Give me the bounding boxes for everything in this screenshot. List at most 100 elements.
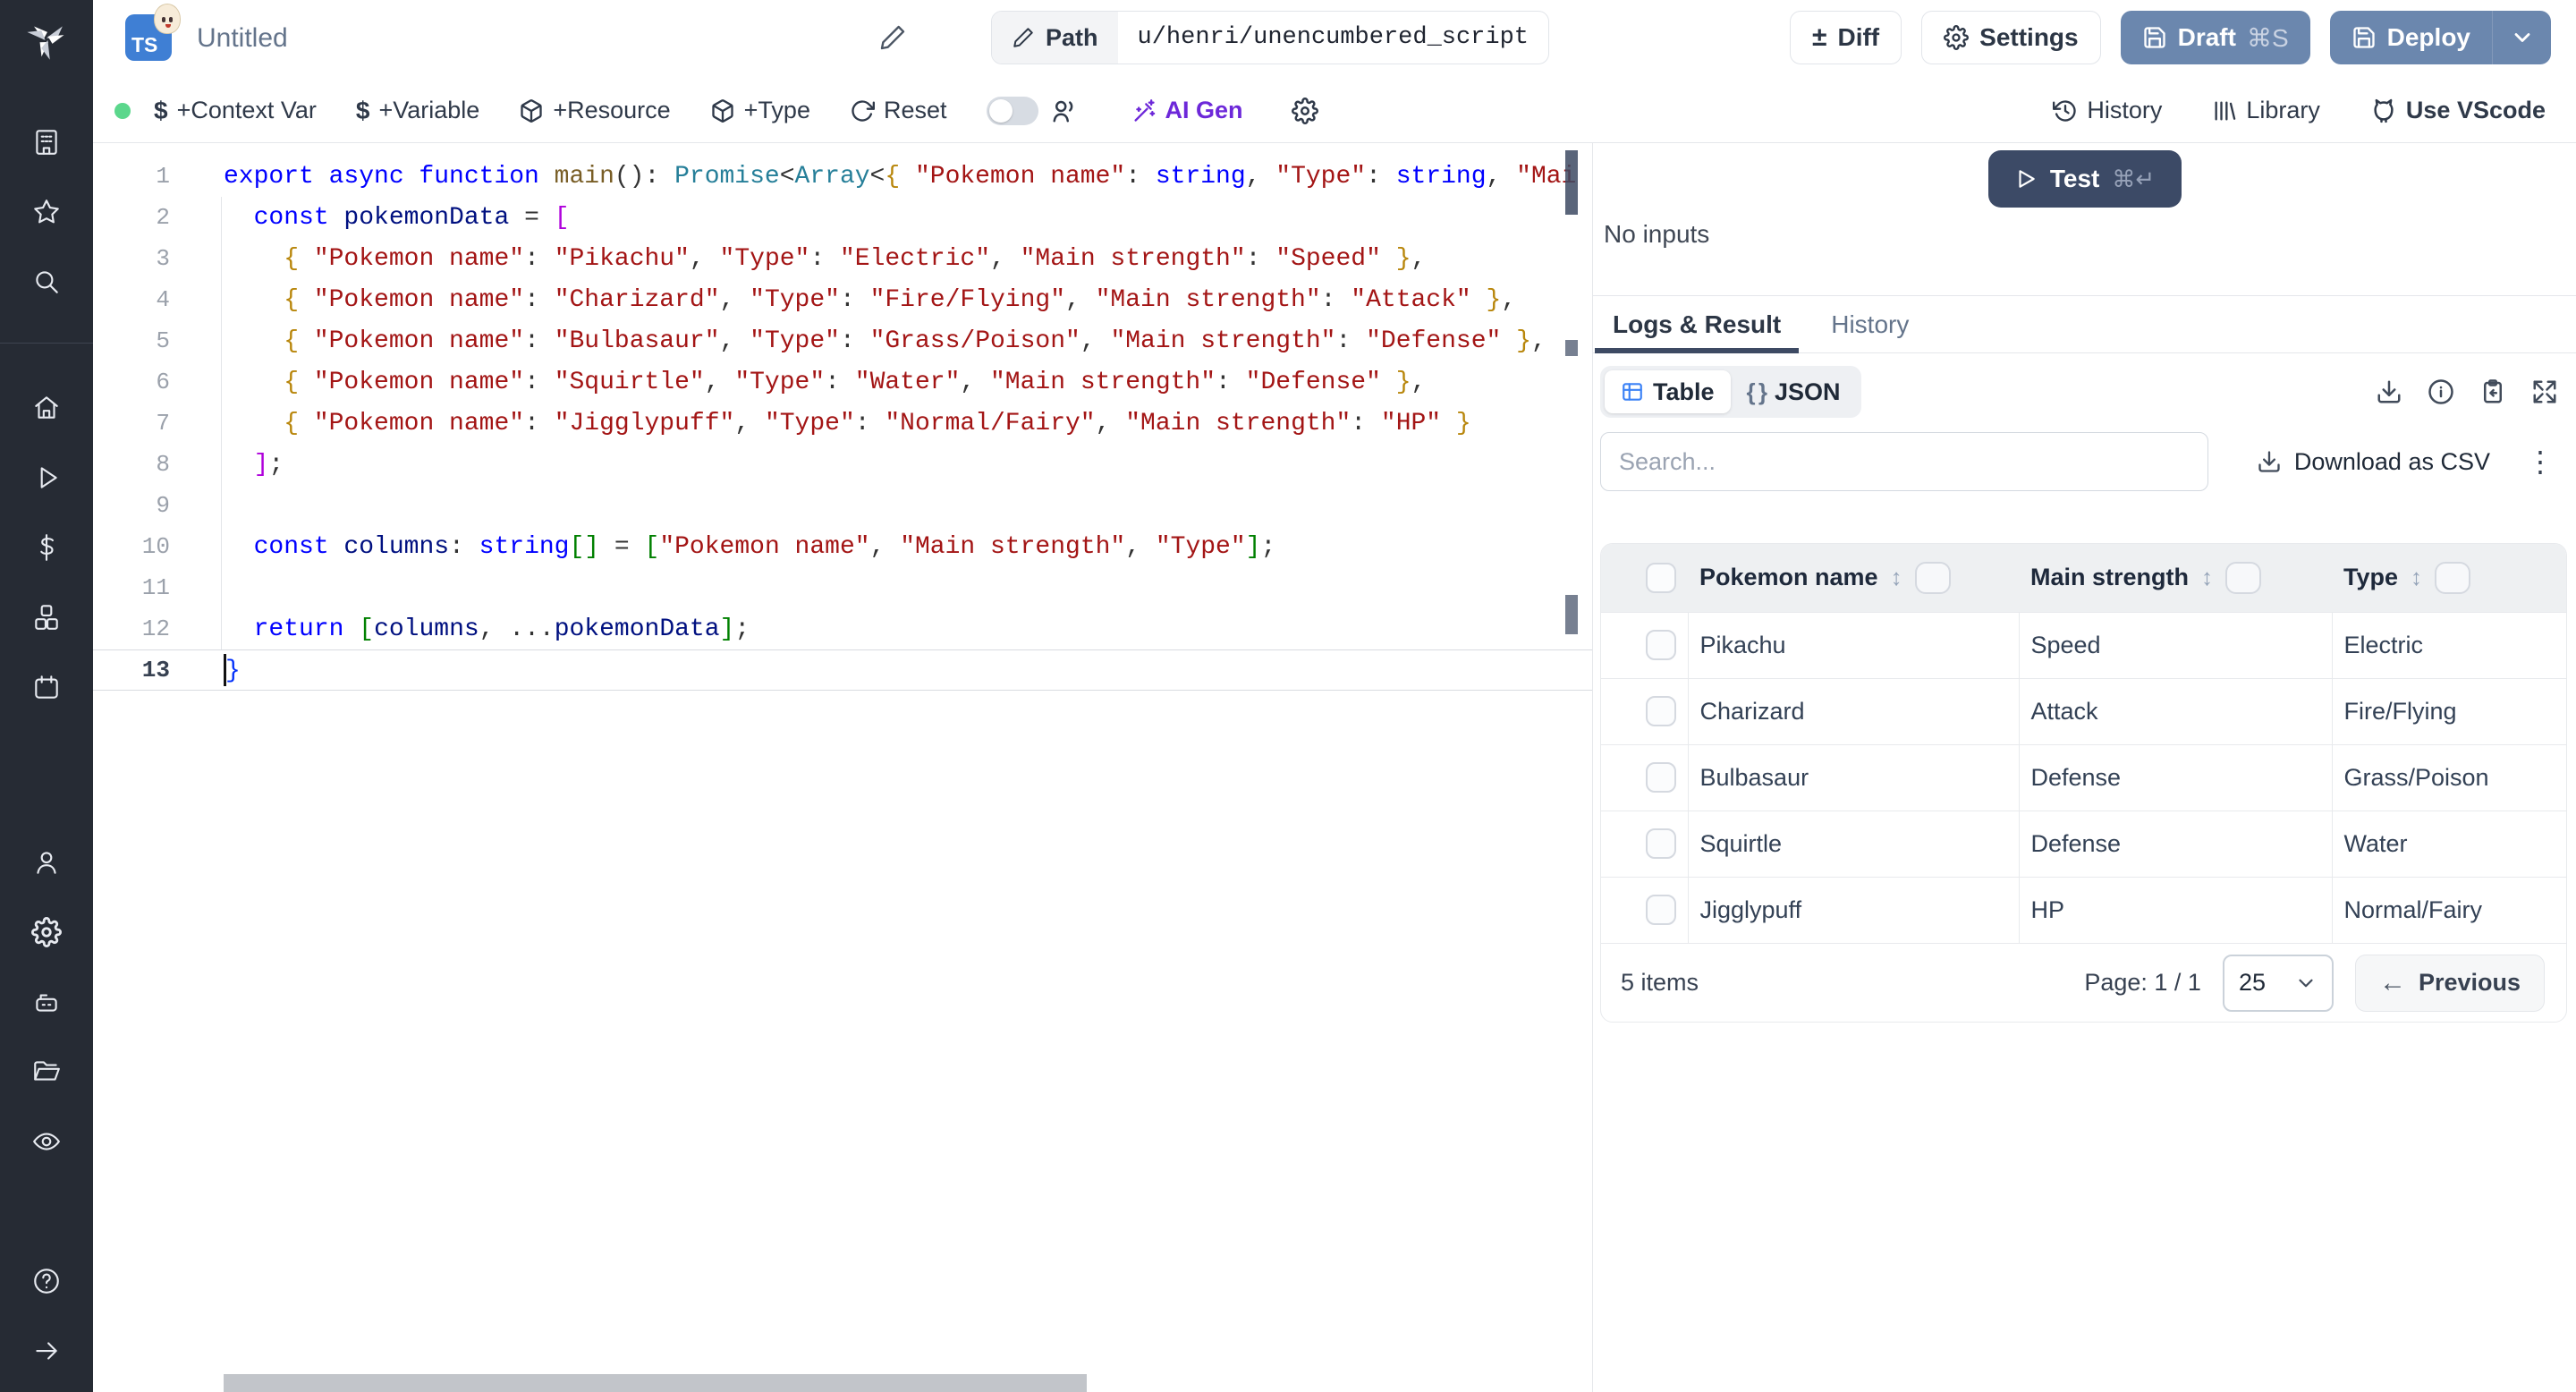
code-line[interactable]: 13} [93,649,1592,691]
line-number: 7 [156,410,170,437]
diff-button[interactable]: ± Diff [1790,11,1902,64]
column-header[interactable]: Main strength [2030,564,2189,591]
code-line[interactable]: 8 ]; [93,444,1592,485]
column-filter-pill[interactable] [2225,561,2262,594]
edit-summary-pencil-icon[interactable] [878,23,907,56]
folders-icon[interactable] [18,1043,75,1100]
code-line[interactable]: 10 const columns: string[] = ["Pokemon n… [93,526,1592,567]
select-all-checkbox[interactable] [1646,562,1676,593]
deploy-button[interactable]: Deploy [2329,11,2492,64]
row-checkbox[interactable] [1646,762,1676,793]
page-size-select[interactable]: 25 [2222,954,2334,1012]
table-row[interactable]: Pikachu Speed Electric [1601,611,2566,678]
copy-result-icon[interactable] [2479,378,2506,405]
draft-button[interactable]: Draft ⌘S [2120,11,2310,64]
code-line[interactable]: 5 { "Pokemon name": "Bulbasaur", "Type":… [93,320,1592,361]
path-value[interactable]: u/henri/unencumbered_script [1118,12,1548,64]
ai-gen-button[interactable]: AI Gen [1131,97,1243,124]
path-button[interactable]: Path [992,12,1118,64]
code-text: export async function main(): Promise<Ar… [224,162,1577,191]
column-filter-pill[interactable] [2435,561,2471,594]
workers-robot-icon[interactable] [18,973,75,1031]
table-row[interactable]: Jigglypuff HP Normal/Fairy [1601,876,2566,943]
windmill-logo-icon[interactable] [23,16,70,67]
table-row[interactable]: Charizard Attack Fire/Flying [1601,677,2566,744]
row-checkbox[interactable] [1646,895,1676,926]
add-variable-button[interactable]: $ +Variable [356,97,479,125]
use-vscode-button[interactable]: Use VScode [2370,97,2546,124]
editor-vertical-scrollbar[interactable] [1565,150,1578,215]
row-checkbox[interactable] [1646,828,1676,859]
search-input[interactable] [1600,432,2208,491]
variables-dollar-icon[interactable] [18,519,75,576]
add-type-button[interactable]: +Type [710,97,810,124]
home-icon[interactable] [18,379,75,437]
multiplayer-toggle[interactable] [986,96,1038,125]
code-line[interactable]: 9 [93,485,1592,526]
expand-sidebar-arrow-icon[interactable] [18,1322,75,1379]
test-button[interactable]: Test ⌘↵ [1987,150,2182,208]
path-editor[interactable]: Path u/henri/unencumbered_script [991,11,1549,64]
resources-cubes-icon[interactable] [18,589,75,646]
line-number: 2 [156,204,170,231]
view-table-button[interactable]: Table [1605,370,1731,413]
runs-play-icon[interactable] [18,449,75,506]
code-line[interactable]: 2 const pokemonData = [ [93,197,1592,238]
row-checkbox[interactable] [1646,696,1676,726]
code-line[interactable]: 7 { "Pokemon name": "Jigglypuff", "Type"… [93,403,1592,444]
settings-button[interactable]: Settings [1921,11,2101,64]
table-cell: Squirtle [1687,810,2019,877]
download-csv-button[interactable]: Download as CSV [2257,448,2490,476]
line-number: 6 [156,369,170,395]
help-icon[interactable] [18,1252,75,1310]
table-cell: Grass/Poison [2331,743,2566,811]
table-row[interactable]: Squirtle Defense Water [1601,810,2566,877]
favorites-star-icon[interactable] [18,183,75,241]
table-cell: Water [2331,810,2566,877]
row-checkbox[interactable] [1646,630,1676,660]
settings-gear-icon[interactable] [18,904,75,961]
schedules-calendar-icon[interactable] [18,658,75,716]
code-line[interactable]: 1 export async function main(): Promise<A… [93,156,1592,197]
sort-icon[interactable]: ↕ [2201,564,2213,591]
add-resource-button[interactable]: +Resource [519,97,671,124]
workspace-building-icon[interactable] [18,114,75,171]
info-icon[interactable] [2428,378,2454,405]
add-context-var-button[interactable]: $ +Context Var [154,97,317,125]
code-line[interactable]: 4 { "Pokemon name": "Charizard", "Type":… [93,279,1592,320]
expand-icon[interactable] [2531,378,2558,405]
editor-settings-gear-icon[interactable] [1291,97,1318,124]
search-icon[interactable] [18,253,75,310]
reset-button[interactable]: Reset [850,97,947,124]
tab-logs-result[interactable]: Logs & Result [1595,296,1800,353]
library-button[interactable]: Library [2212,97,2320,124]
column-header[interactable]: Pokemon name [1699,564,1878,591]
code-line[interactable]: 11 [93,567,1592,608]
column-filter-pill[interactable] [1914,561,1951,594]
history-button[interactable]: History [2053,97,2162,124]
deploy-options-button[interactable] [2492,11,2551,64]
tab-history[interactable]: History [1813,296,1927,352]
user-icon[interactable] [18,834,75,891]
code-text: { "Pokemon name": "Charizard", "Type": "… [284,285,1517,314]
sort-icon[interactable]: ↕ [2411,564,2422,591]
editor-horizontal-scrollbar[interactable] [224,1374,1087,1392]
collaborators-icon[interactable] [1051,98,1078,124]
code-line[interactable]: 12 return [columns, ...pokemonData]; [93,608,1592,649]
download-result-icon[interactable] [2376,378,2402,405]
table-row[interactable]: Bulbasaur Defense Grass/Poison [1601,743,2566,811]
column-header[interactable]: Type [2343,564,2398,591]
line-number: 11 [141,574,170,601]
previous-page-button[interactable]: ← Previous [2354,954,2545,1012]
code-lines[interactable]: 1 export async function main(): Promise<A… [93,156,1592,691]
code-editor[interactable]: 1 export async function main(): Promise<A… [93,143,1592,1392]
audit-eye-icon[interactable] [18,1113,75,1170]
table-options-kebab-icon[interactable]: ⋮ [2526,445,2555,479]
items-count: 5 items [1621,969,1699,996]
sort-icon[interactable]: ↕ [1891,564,1902,591]
code-line[interactable]: 3 { "Pokemon name": "Pikachu", "Type": "… [93,238,1592,279]
code-line[interactable]: 6 { "Pokemon name": "Squirtle", "Type": … [93,361,1592,403]
language-badge: TS [125,4,181,64]
cat-icon [2374,98,2394,123]
view-json-button[interactable]: { } JSON [1731,370,1857,413]
